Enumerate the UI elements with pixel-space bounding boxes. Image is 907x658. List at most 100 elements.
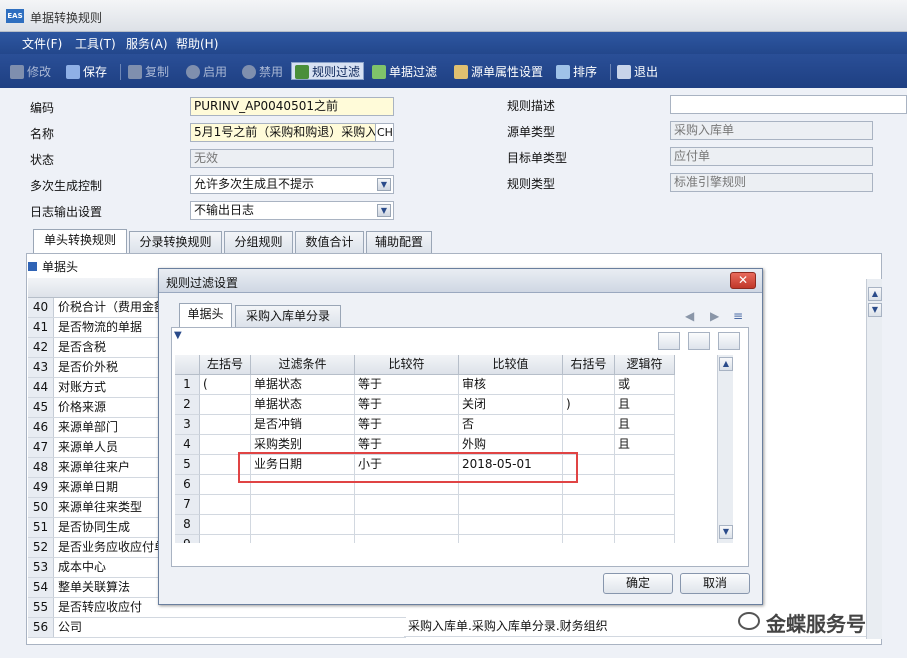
row-label: 整单关联算法 xyxy=(58,580,131,594)
bill-filter-button[interactable]: 单据过滤 xyxy=(372,63,437,81)
grid-cell-val[interactable]: 否 xyxy=(459,415,563,435)
row-number: 45 xyxy=(28,398,54,417)
grid-cell-val[interactable]: 审核 xyxy=(459,375,563,395)
grid-cell-val[interactable] xyxy=(459,535,563,543)
grid-cell-lp[interactable] xyxy=(200,395,251,415)
code-field[interactable]: PURINV_AP0040501之前 xyxy=(190,97,394,116)
dialog-title: 规则过滤设置 xyxy=(166,276,239,290)
filter-grid: 左括号 过滤条件 比较符 比较值 右括号 逻辑符 1(单据状态 等于 审核 或 2 单据状… xyxy=(175,355,733,543)
multi-gen-select[interactable]: 允许多次生成且不提示 ▼ xyxy=(190,175,394,194)
tab-header-rule[interactable]: 单头转换规则 xyxy=(33,229,127,254)
wechat-icon xyxy=(738,612,760,630)
close-icon[interactable]: ✕ xyxy=(730,272,756,289)
main-scrollbar[interactable]: ▲ ▼ xyxy=(866,279,882,639)
grid-cell-val[interactable] xyxy=(459,495,563,515)
expand-icon[interactable]: ▼ xyxy=(174,330,202,348)
menu-service[interactable]: 服务(A) xyxy=(126,35,168,52)
menu-file[interactable]: 文件(F) xyxy=(22,35,62,52)
grid-cell-logic[interactable]: 或 xyxy=(615,375,675,395)
insert-row-icon[interactable] xyxy=(658,332,680,350)
grid-cell-op[interactable] xyxy=(355,515,459,535)
tab-sum[interactable]: 数值合计 xyxy=(295,231,364,253)
grid-cell-logic[interactable]: 且 xyxy=(615,415,675,435)
exit-button[interactable]: 退出 xyxy=(617,63,658,81)
grid-cell-logic[interactable] xyxy=(615,495,675,515)
cancel-button[interactable]: 取消 xyxy=(680,573,750,594)
dialog-tab-entry[interactable]: 采购入库单分录 xyxy=(235,305,341,327)
grid-cell-lp[interactable]: ( xyxy=(200,375,251,395)
row-number: 8 xyxy=(175,515,200,535)
grid-cell-op[interactable]: 等于 xyxy=(355,375,459,395)
source-attr-button[interactable]: 源单属性设置 xyxy=(454,63,543,81)
grid-cell-lp[interactable] xyxy=(200,415,251,435)
tab-group-rule[interactable]: 分组规则 xyxy=(224,231,293,253)
tab-prev-icon[interactable]: ◀ xyxy=(685,309,694,323)
row-label: 来源单日期 xyxy=(58,480,119,494)
exit-icon xyxy=(617,65,631,79)
grid-cell-cond[interactable]: 单据状态 xyxy=(251,395,355,415)
list-item[interactable]: 56 公司 xyxy=(28,618,406,638)
add-row-icon[interactable] xyxy=(688,332,710,350)
sort-button[interactable]: 排序 xyxy=(556,63,597,81)
delete-row-icon[interactable] xyxy=(718,332,740,350)
grid-cell-rp[interactable] xyxy=(563,535,615,543)
source-type-label: 源单类型 xyxy=(507,125,556,139)
name-lang-button[interactable]: CH xyxy=(375,123,394,142)
grid-cell-lp[interactable] xyxy=(200,515,251,535)
log-select[interactable]: 不输出日志 ▼ xyxy=(190,201,394,220)
grid-cell-rp[interactable] xyxy=(563,375,615,395)
grid-cell-val[interactable] xyxy=(459,515,563,535)
row-label: 价格来源 xyxy=(58,400,107,414)
grid-cell-cond[interactable] xyxy=(251,515,355,535)
grid-cell-logic[interactable]: 且 xyxy=(615,395,675,415)
disable-button[interactable]: 禁用 xyxy=(242,63,283,81)
grid-cell-rp[interactable] xyxy=(563,415,615,435)
grid-cell-cond[interactable]: 是否冲销 xyxy=(251,415,355,435)
window-title: 单据转换规则 xyxy=(30,11,103,25)
rule-type-field: 标准引擎规则 xyxy=(670,173,873,192)
tab-entry-rule[interactable]: 分录转换规则 xyxy=(129,231,222,253)
group-header: 单据头 xyxy=(28,258,78,275)
grid-cell-op[interactable]: 等于 xyxy=(355,395,459,415)
menu-tools[interactable]: 工具(T) xyxy=(75,35,116,52)
grid-cell-op[interactable] xyxy=(355,495,459,515)
grid-cell-logic[interactable] xyxy=(615,455,675,475)
grid-cell-lp[interactable] xyxy=(200,495,251,515)
menu-help[interactable]: 帮助(H) xyxy=(176,35,218,52)
rule-filter-dialog: 规则过滤设置 ✕ 单据头 采购入库单分录 ◀ ▶ ≡ ▼ 左括号 过滤条件 比较… xyxy=(158,268,763,605)
scroll-up-icon[interactable]: ▲ xyxy=(719,357,733,371)
tab-list-icon[interactable]: ≡ xyxy=(733,309,743,323)
grid-cell-val[interactable]: 关闭 xyxy=(459,395,563,415)
rule-type-label: 规则类型 xyxy=(507,177,556,191)
scroll-down-icon[interactable]: ▼ xyxy=(719,525,733,539)
rule-filter-button[interactable]: 规则过滤 xyxy=(291,62,365,80)
grid-cell-cond[interactable]: 单据状态 xyxy=(251,375,355,395)
col-condition: 过滤条件 xyxy=(251,355,355,375)
grid-cell-rp[interactable] xyxy=(563,515,615,535)
grid-cell-op[interactable]: 等于 xyxy=(355,415,459,435)
dialog-tab-header[interactable]: 单据头 xyxy=(179,303,232,328)
grid-cell-cond[interactable] xyxy=(251,495,355,515)
grid-cell-rp[interactable]: ) xyxy=(563,395,615,415)
grid-cell-op[interactable] xyxy=(355,535,459,543)
grid-cell-logic[interactable]: 且 xyxy=(615,435,675,455)
scroll-down-icon[interactable]: ▼ xyxy=(868,303,882,317)
grid-cell-cond[interactable] xyxy=(251,535,355,543)
tab-next-icon[interactable]: ▶ xyxy=(710,309,719,323)
grid-cell-logic[interactable] xyxy=(615,475,675,495)
app-logo: EAS xyxy=(6,9,24,23)
dialog-scrollbar[interactable]: ▲ ▼ xyxy=(717,355,733,543)
enable-button[interactable]: 启用 xyxy=(186,63,227,81)
desc-field[interactable] xyxy=(670,95,907,114)
grid-cell-lp[interactable] xyxy=(200,535,251,543)
grid-cell-rp[interactable] xyxy=(563,495,615,515)
ok-button[interactable]: 确定 xyxy=(603,573,673,594)
grid-cell-logic[interactable] xyxy=(615,515,675,535)
copy-button[interactable]: 复制 xyxy=(128,63,169,81)
edit-button[interactable]: 修改 xyxy=(10,63,51,81)
name-field[interactable]: 5月1号之前（采购和购退）采购入库单 xyxy=(190,123,376,142)
tab-aux[interactable]: 辅助配置 xyxy=(366,231,432,253)
grid-cell-logic[interactable] xyxy=(615,535,675,543)
scroll-up-icon[interactable]: ▲ xyxy=(868,287,882,301)
save-button[interactable]: 保存 xyxy=(66,63,107,81)
